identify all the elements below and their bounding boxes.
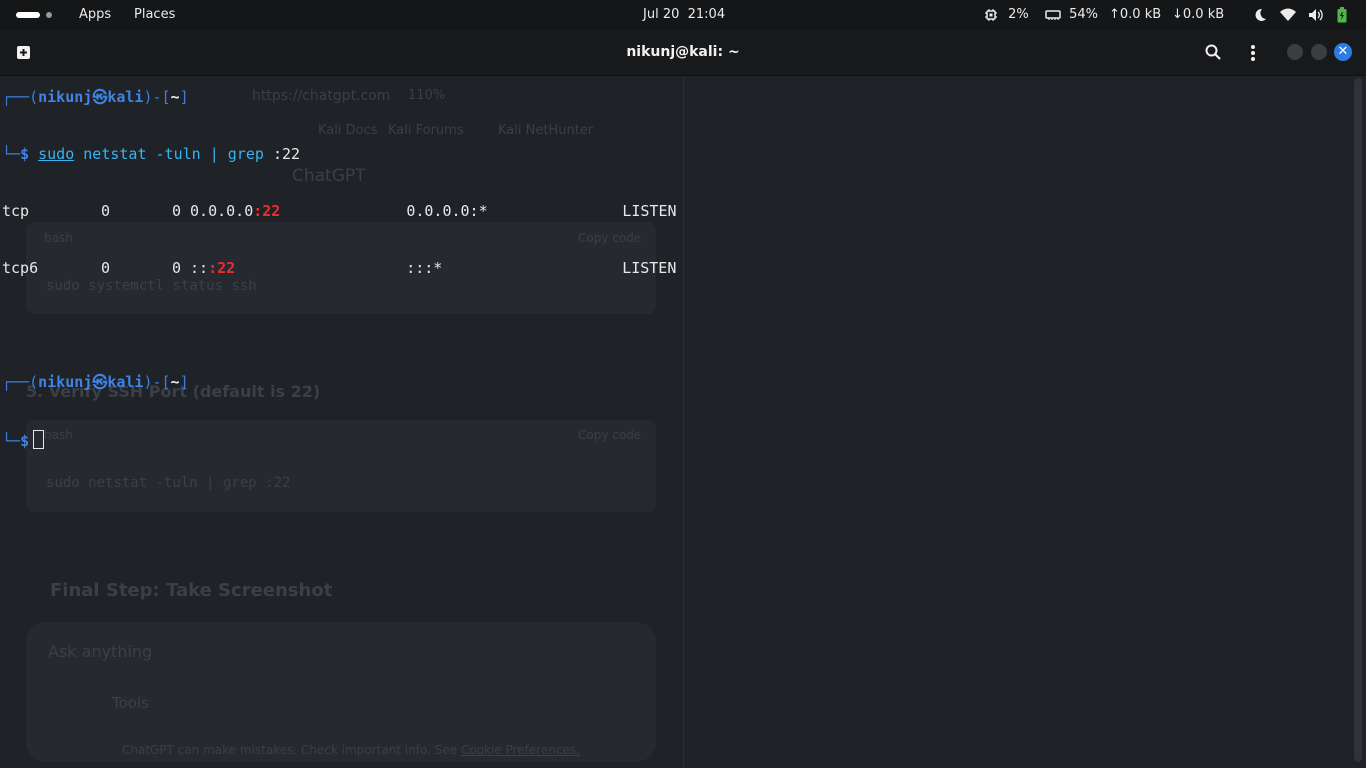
command-line: └─$ sudo netstat -tuln | grep :22 [2,145,301,163]
prompt-host: kali [107,88,144,106]
cpu-indicator[interactable]: 2% [984,0,1029,30]
memory-indicator[interactable]: 54% [1045,0,1098,30]
text-cursor [33,430,45,449]
terminal-window[interactable]: nikunj@kali: ~ ✕ https://chatgpt.com 110… [0,30,1366,768]
upload-indicator[interactable]: ↑0.0 kB [1109,0,1161,30]
wifi-icon[interactable] [1280,8,1296,22]
download-indicator[interactable]: ↓0.0 kB [1172,0,1224,30]
prompt-line: ┌──(nikunj㉿kali)-[~] [2,373,189,391]
menu-icon[interactable] [1250,44,1256,62]
minimize-button[interactable] [1287,44,1303,60]
arrow-down-icon: ↓ [1172,7,1183,22]
ghost-tools-label: Tools [112,694,149,712]
netstat-row: tcp6 0 0 :::22:::* LISTEN [2,259,677,277]
scrollbar[interactable] [1354,78,1362,762]
cpu-value: 2% [1008,7,1029,22]
clock[interactable]: Jul 20 21:04 [643,0,725,30]
workspace-active-indicator[interactable] [16,12,40,18]
memory-icon [1045,9,1061,20]
apps-menu[interactable]: Apps [79,0,111,30]
maximize-button[interactable] [1311,44,1327,60]
upload-value: 0.0 kB [1119,7,1162,22]
download-value: 0.0 kB [1182,7,1225,22]
ghost-input-placeholder: Ask anything [48,642,153,661]
volume-icon[interactable] [1308,8,1324,22]
battery-icon[interactable] [1337,7,1347,23]
memory-value: 54% [1069,7,1099,22]
arrow-up-icon: ↑ [1109,7,1120,22]
ghost-input-box [26,622,656,762]
cpu-icon [985,8,997,21]
prompt-dir: ~ [170,88,180,106]
clock-time: 21:04 [687,7,726,22]
netstat-row: tcp 0 0 0.0.0.0:22 0.0.0.0:* LISTEN [2,202,677,220]
close-button[interactable]: ✕ [1334,43,1352,61]
search-icon[interactable] [1205,44,1221,60]
clock-date: Jul 20 [643,7,680,22]
workspace-indicator[interactable] [46,12,52,18]
ghost-divider [683,76,684,768]
ghost-disclaimer: ChatGPT can make mistakes. Check importa… [122,743,580,757]
top-panel: Apps Places Jul 20 21:04 2% 54% ↑0.0 kB … [0,0,1366,30]
night-mode-icon[interactable] [1253,8,1267,22]
places-menu[interactable]: Places [134,0,175,30]
terminal-output[interactable]: ┌──(nikunj㉿kali)-[~] └─$ sudo netstat -t… [2,50,677,487]
prompt-user: nikunj [38,88,93,106]
active-prompt-line[interactable]: └─$ [2,430,677,450]
ghost-final-heading: Final Step: Take Screenshot [50,580,333,601]
prompt-line: ┌──(nikunj㉿kali)-[~] [2,88,189,106]
